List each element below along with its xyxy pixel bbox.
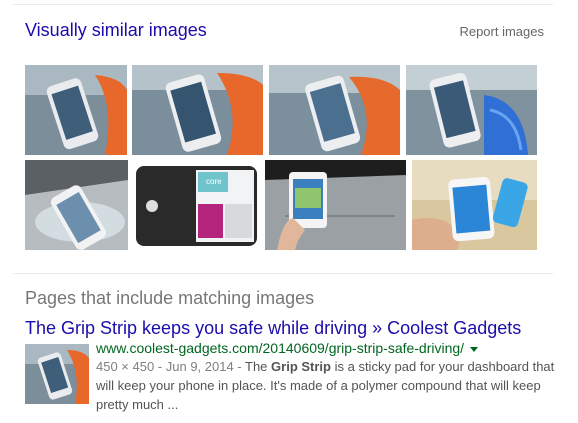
similar-image-8[interactable] [412,160,537,250]
result-thumbnail[interactable] [25,344,89,404]
similar-image-6[interactable]: core [134,160,259,250]
similar-image-7[interactable] [265,160,406,250]
phone-on-dashboard-icon [265,160,406,250]
pages-heading: Pages that include matching images [25,288,315,308]
phone-on-orange-grip-icon [269,65,400,155]
top-divider [13,4,553,5]
result-url-text[interactable]: www.coolest-gadgets.com/20140609/grip-st… [96,340,464,356]
phone-on-orange-grip-icon [25,344,89,404]
phone-on-orange-grip-icon [25,65,127,155]
report-images-link[interactable]: Report images [459,24,544,39]
similar-image-2[interactable] [132,65,263,155]
result-snippet: 450 × 450 - Jun 9, 2014 - The Grip Strip… [96,357,556,414]
result-title-link[interactable]: The Grip Strip keeps you safe while driv… [25,318,521,339]
section-divider [13,273,553,274]
svg-text:core: core [206,177,222,186]
result-meta: 450 × 450 - Jun 9, 2014 - [96,359,246,374]
core-package-icon: core [134,160,259,250]
snippet-pre: The [245,359,272,374]
phone-on-clear-pad-icon [25,160,128,250]
snippet-bold: Grip Strip [271,359,331,374]
similar-image-4[interactable] [406,65,537,155]
phone-on-blue-grip-icon [406,65,537,155]
url-dropdown-arrow-icon[interactable] [470,346,479,352]
similar-image-1[interactable] [25,65,127,155]
result-url[interactable]: www.coolest-gadgets.com/20140609/grip-st… [96,340,479,356]
phone-on-orange-grip-icon [132,65,263,155]
similar-image-5[interactable] [25,160,128,250]
similar-image-3[interactable] [269,65,400,155]
visually-similar-title[interactable]: Visually similar images [25,20,207,41]
phone-in-hand-icon [412,160,537,250]
